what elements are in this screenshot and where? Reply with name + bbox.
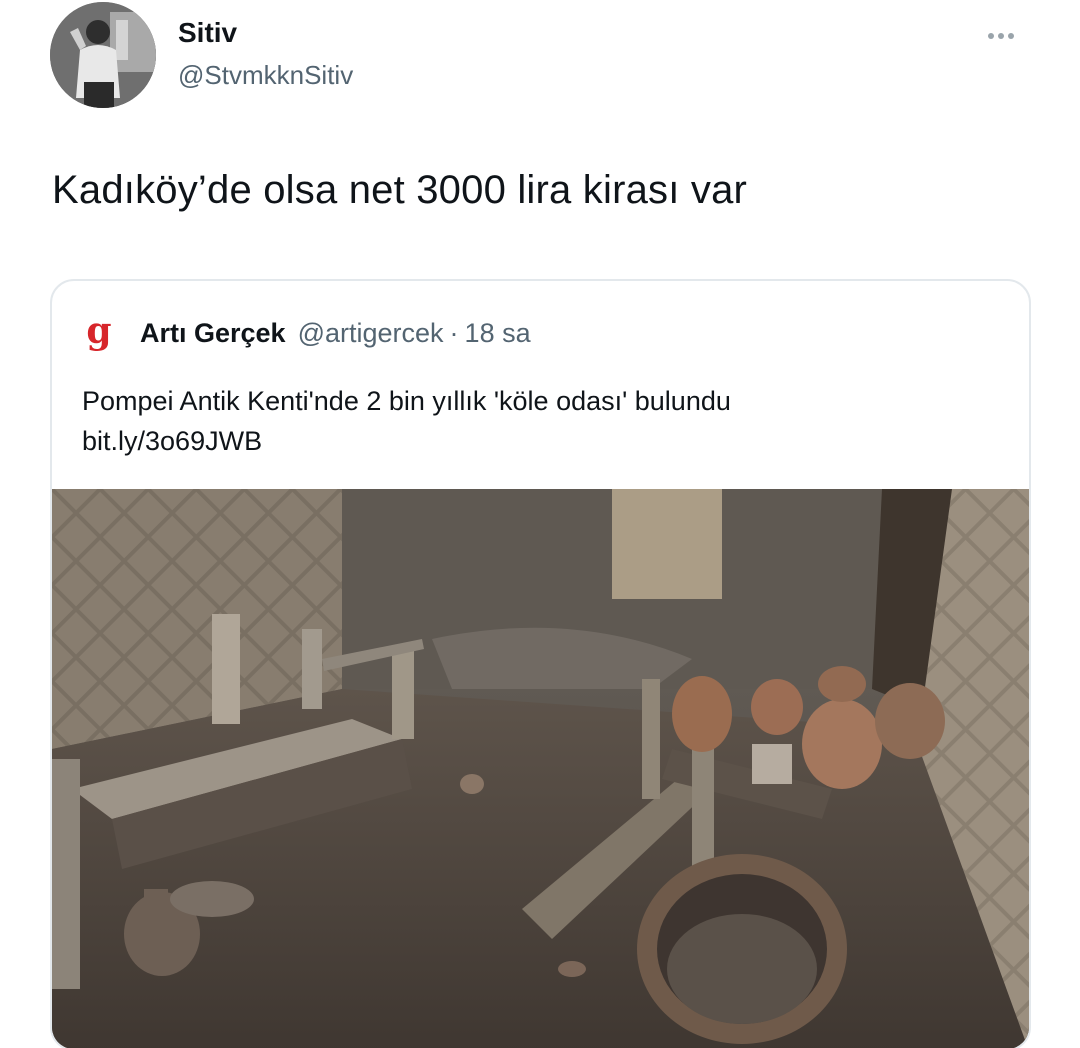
avatar-photo-icon bbox=[50, 2, 156, 108]
quoted-tweet-header: g Artı Gerçek @artigercek · 18 sa bbox=[82, 313, 531, 353]
tweet-text: Kadıköy’de olsa net 3000 lira kirası var bbox=[52, 168, 748, 212]
author-handle[interactable]: @StvmkknSitiv bbox=[178, 60, 353, 91]
quoted-tweet-link[interactable]: bit.ly/3o69JWB bbox=[82, 421, 731, 461]
svg-text:g: g bbox=[86, 313, 111, 352]
more-options-button[interactable] bbox=[988, 26, 1028, 46]
quoted-author-handle[interactable]: @artigercek bbox=[298, 318, 444, 349]
arti-gercek-logo-icon: g bbox=[82, 313, 116, 353]
separator-dot: · bbox=[449, 317, 459, 348]
quoted-tweet-text: Pompei Antik Kenti'nde 2 bin yıllık 'köl… bbox=[82, 381, 731, 461]
quoted-timestamp[interactable]: 18 sa bbox=[465, 318, 531, 349]
more-horizontal-icon bbox=[988, 33, 994, 39]
quoted-author-name[interactable]: Artı Gerçek bbox=[140, 318, 286, 349]
quoted-tweet-photo[interactable] bbox=[52, 489, 1029, 1048]
more-horizontal-icon bbox=[1008, 33, 1014, 39]
excavated-room-image bbox=[52, 489, 1029, 1048]
quoted-tweet-body: Pompei Antik Kenti'nde 2 bin yıllık 'köl… bbox=[82, 386, 731, 416]
more-horizontal-icon bbox=[998, 33, 1004, 39]
quoted-tweet-card[interactable]: g Artı Gerçek @artigercek · 18 sa Pompei… bbox=[50, 279, 1031, 1048]
author-name[interactable]: Sitiv bbox=[178, 17, 237, 49]
tweet-header: Sitiv @StvmkknSitiv bbox=[50, 0, 1040, 120]
author-avatar[interactable] bbox=[50, 2, 156, 108]
